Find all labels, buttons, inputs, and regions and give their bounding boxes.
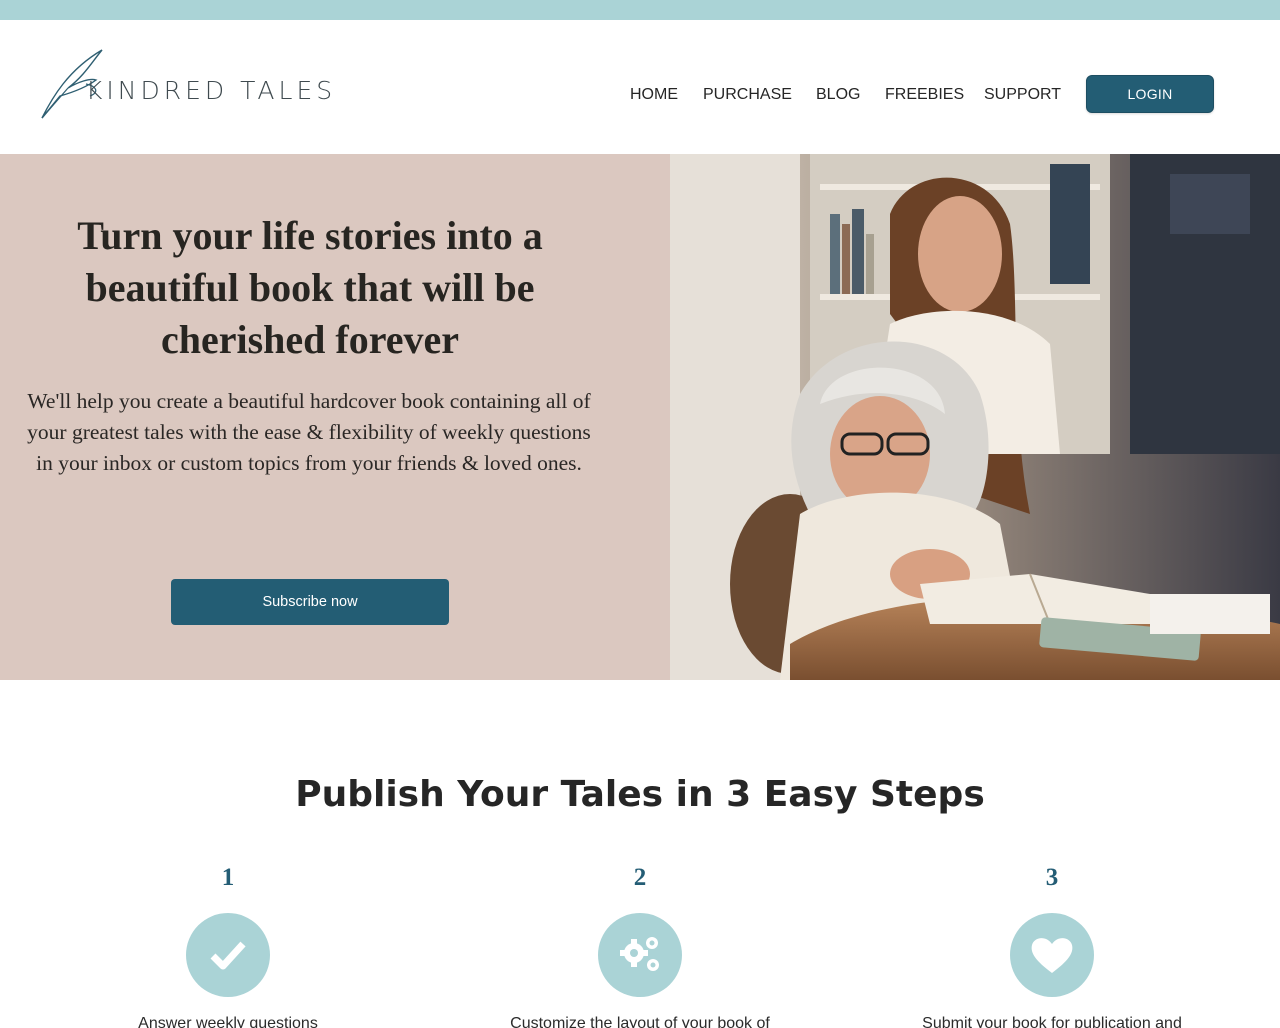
nav-purchase[interactable]: PURCHASE: [703, 86, 792, 104]
step-number: 2: [633, 864, 647, 891]
nav-home[interactable]: HOME: [630, 86, 678, 104]
subscribe-button[interactable]: Subscribe now: [171, 579, 449, 625]
step-3-text: Submit your book for publication and: [922, 1015, 1182, 1028]
step-1-text: Answer weekly questions: [138, 1015, 318, 1028]
gears-icon: [598, 913, 682, 997]
steps-section-title: Publish Your Tales in 3 Easy Steps: [295, 774, 985, 815]
nav-blog[interactable]: BLOG: [816, 86, 860, 104]
checkmark-icon: [186, 913, 270, 997]
step-2-text: Customize the layout of your book of: [510, 1015, 770, 1028]
top-accent-bar: [0, 0, 1280, 20]
nav-freebies[interactable]: FREEBIES: [885, 86, 964, 104]
reading-together-illustration: [670, 154, 1280, 680]
step-2: 2: [540, 860, 740, 997]
nav-support[interactable]: SUPPORT: [984, 86, 1061, 104]
login-button[interactable]: LOGIN: [1086, 75, 1214, 113]
brand-logo[interactable]: KINDRED TALES: [38, 46, 338, 122]
step-1: 1: [128, 860, 328, 997]
hero-title: Turn your life stories into a beautiful …: [77, 213, 543, 362]
brand-name: KINDRED TALES: [86, 76, 337, 105]
hero-text-panel: Turn your life stories into a beautiful …: [0, 154, 670, 680]
hero-photo: [670, 154, 1280, 680]
site-header: KINDRED TALES HOME PURCHASE BLOG FREEBIE…: [0, 20, 1280, 154]
hero-description: We'll help you create a beautiful hardco…: [27, 389, 591, 475]
step-3: 3: [952, 860, 1152, 997]
heart-icon: [1010, 913, 1094, 997]
step-number: 3: [1045, 864, 1059, 891]
step-number: 1: [221, 864, 235, 891]
